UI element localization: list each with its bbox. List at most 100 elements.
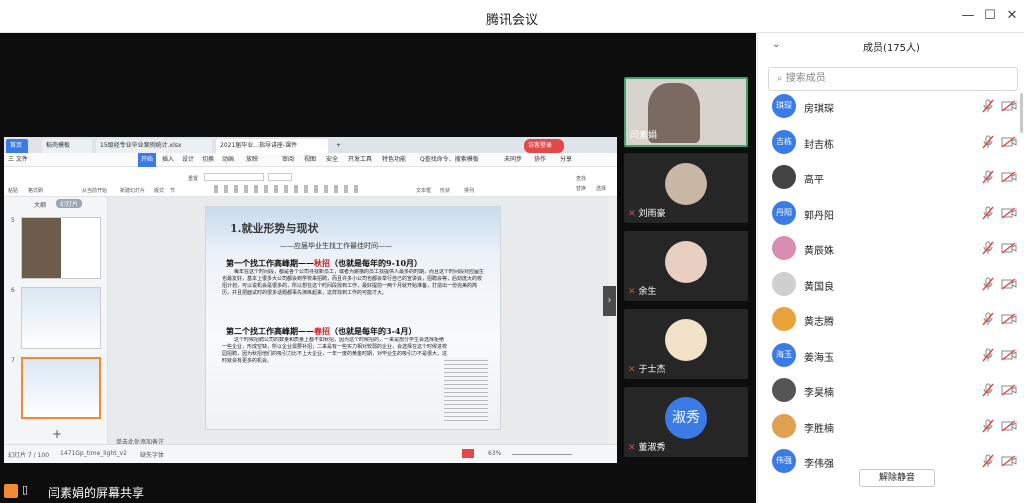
member-row[interactable]: 黄志腾 [758,304,1024,335]
textbox-button[interactable]: 文本框 [416,187,431,194]
login-button[interactable]: 访客登录 [524,139,564,153]
play-from-current-button[interactable]: 从当前开始 [82,187,107,194]
new-tab-button[interactable]: + [332,139,346,153]
menu-animation[interactable]: 动画 [222,153,234,167]
camera-off-icon[interactable] [1001,242,1017,254]
camera-off-icon[interactable] [1001,135,1017,148]
slide-counter: 幻灯片 7 / 100 [8,452,50,459]
find-button[interactable]: 查找 [576,175,586,182]
mic-muted-icon[interactable] [982,241,994,255]
camera-off-icon[interactable] [1001,348,1017,361]
slide-thumbnail-5[interactable] [21,217,101,279]
menu-devtools[interactable]: 开发工具 [348,153,372,167]
tab-pptx[interactable]: 2021届毕业...指导讲座-课件 [216,139,328,153]
menu-design[interactable]: 设计 [182,153,194,167]
expand-panel-button[interactable]: › [603,286,616,316]
menu-search[interactable]: Q查找命令、搜索模板 [420,153,479,167]
video-tile[interactable]: ✕ 于士杰 [624,309,748,379]
current-slide: 1.就业形势与现状 ——应届毕业生找工作最佳时间—— 第一个找工作高峰期——秋招… [205,206,501,430]
member-row[interactable]: 丹阳 郭丹阳 [758,198,1024,229]
reset-button[interactable]: 重置 [188,175,198,182]
menu-file[interactable]: 三 文件 [8,153,28,167]
slides-tab[interactable]: 幻灯片 [56,199,83,208]
member-list-scrollbar[interactable] [1020,93,1023,133]
font-name-select[interactable] [204,173,264,181]
member-row[interactable]: 李昊楠 [758,375,1024,406]
member-row[interactable]: 海玉 姜海玉 [758,340,1024,371]
zoom-slider[interactable] [512,454,572,455]
menu-transition[interactable]: 切换 [202,153,214,167]
menu-collab[interactable]: 协作 [534,153,546,167]
member-row[interactable]: 琪琛 房琪琛 [758,91,1024,122]
section-button[interactable]: 节 [170,187,175,194]
minimize-icon[interactable]: — [958,6,978,26]
unmute-all-button[interactable]: 解除静音 [859,469,935,487]
avatar [665,163,707,205]
video-tile[interactable]: ✕ 余生 [624,231,748,301]
format-toolbar[interactable] [214,185,364,193]
camera-off-icon[interactable] [1001,171,1017,183]
member-search-input[interactable]: ⌕ 搜索成员 [768,67,1018,91]
video-tile[interactable]: 淑秀 ✕ 董淑秀 [624,387,748,457]
camera-off-icon[interactable] [1001,419,1017,432]
mic-muted-icon[interactable] [982,277,994,291]
mic-muted-icon[interactable] [982,135,994,149]
mic-muted-icon[interactable] [982,99,994,113]
menu-insert[interactable]: 插入 [162,153,174,167]
maximize-icon[interactable]: ☐ [980,6,1000,26]
layout-button[interactable]: 版式 [154,187,164,194]
format-painter-button[interactable]: 格式刷 [28,187,43,194]
arrange-button[interactable]: 排列 [464,187,474,194]
mic-muted-icon[interactable] [982,312,994,326]
slide-thumbnail-7[interactable] [21,357,101,419]
video-tile[interactable]: ✕ 刘雨豪 [624,153,748,223]
tab-home[interactable]: 首页 [6,139,28,153]
menu-slideshow[interactable]: 放映 [246,153,258,167]
mic-muted-icon[interactable] [982,348,994,362]
tab-docer[interactable]: 稻壳模板 [42,139,92,153]
camera-off-icon[interactable] [1001,313,1017,325]
paste-button[interactable]: 粘贴 [8,187,18,194]
tab-xlsx[interactable]: 15级经专业毕业案例统计.xlsx [96,139,212,153]
zoom-level[interactable]: 63% [488,450,501,457]
member-name: 黄辰姝 [804,246,834,257]
member-row[interactable]: 黄辰姝 [758,233,1024,264]
camera-off-icon[interactable] [1001,100,1017,112]
menu-sync[interactable]: 未同步 [504,153,522,167]
video-tile-speaker[interactable]: 闫素娟 [624,77,748,147]
mic-muted-icon[interactable] [982,170,994,184]
mic-icon: ▯ [22,483,29,496]
replace-button[interactable]: 替换 [576,185,586,192]
select-button[interactable]: 选择 [596,185,606,192]
mic-muted-icon[interactable] [982,419,994,433]
shared-screen-area: 首页 稻壳模板 15级经专业毕业案例统计.xlsx 2021届毕业...指导讲座… [0,33,756,503]
camera-off-icon[interactable] [1001,455,1017,467]
menu-review[interactable]: 审阅 [282,153,294,167]
camera-off-icon[interactable] [1001,206,1017,219]
slide-thumbnail-6[interactable] [21,287,101,349]
menu-share[interactable]: 分享 [560,153,572,167]
menu-security[interactable]: 安全 [326,153,338,167]
new-slide-button[interactable]: 新建幻灯片 [120,187,145,194]
close-icon[interactable]: ✕ [1002,6,1022,26]
member-row[interactable]: 李胜楠 [758,411,1024,442]
mic-muted-icon[interactable] [982,454,994,468]
play-icon[interactable] [462,449,474,458]
member-row[interactable]: 吉栋 封吉栋 [758,127,1024,158]
camera-off-icon[interactable] [1001,277,1017,290]
outline-tab[interactable]: 大纲 [34,200,46,209]
mic-muted-icon[interactable] [982,206,994,220]
member-name: 李昊楠 [804,388,834,399]
missing-font-button[interactable]: 缺失字体 [140,450,164,459]
member-row[interactable]: 高平 [758,162,1024,193]
menu-home[interactable]: 开始 [138,153,157,167]
canvas-scrollbar[interactable] [608,197,617,444]
menu-view[interactable]: 视图 [304,153,316,167]
mic-muted-icon[interactable] [982,383,994,397]
font-size-select[interactable] [268,173,292,181]
shape-button[interactable]: 形状 [440,187,450,194]
camera-off-icon[interactable] [1001,384,1017,396]
menu-features[interactable]: 特色功能 [382,153,406,167]
member-row[interactable]: 黄国良 [758,269,1024,300]
add-slide-button[interactable]: + [52,427,62,441]
